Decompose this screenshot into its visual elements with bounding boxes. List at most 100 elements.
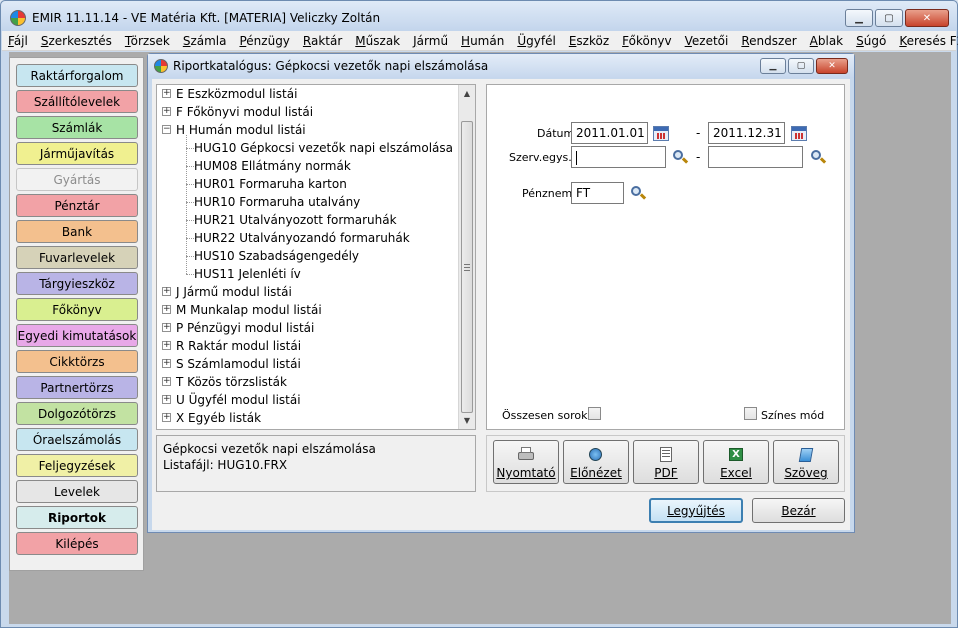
menu-bar: Fájl Szerkesztés Törzsek Számla Pénzügy Raktá…: [2, 31, 958, 51]
menu-törzsek[interactable]: Törzsek: [125, 34, 170, 48]
description-file: Listafájl: HUG10.FRX: [163, 458, 288, 472]
sidebar-item-12[interactable]: Cikktörzs: [16, 350, 138, 373]
tree-label: H Humán modul listái: [176, 123, 306, 137]
menu-keresés-f2[interactable]: Keresés F2: [899, 34, 958, 48]
sidebar-item-8[interactable]: Fuvarlevelek: [16, 246, 138, 269]
sidebar-item-10[interactable]: Főkönyv: [16, 298, 138, 321]
penznem-input[interactable]: FT: [571, 182, 624, 204]
tree-scrollbar[interactable]: ▲ ▼: [458, 85, 475, 429]
sidebar-item-16[interactable]: Feljegyzések: [16, 454, 138, 477]
menu-főkönyv[interactable]: Főkönyv: [622, 34, 672, 48]
tree-label: T Közös törzslisták: [176, 375, 287, 389]
minimize-button[interactable]: ▁: [845, 9, 873, 27]
sidebar-item-18[interactable]: Riportok: [16, 506, 138, 529]
scroll-thumb[interactable]: [461, 121, 473, 413]
tree-label: HUR01 Formaruha karton: [194, 177, 347, 191]
sidebar-item-2[interactable]: Szállítólevelek: [16, 90, 138, 113]
sidebar: Raktárforgalom Szállítólevelek Számlák Járm…: [9, 57, 144, 571]
preview-label: Előnézet: [570, 466, 622, 480]
preview-button[interactable]: Előnézet: [563, 440, 629, 484]
text-file-icon: [797, 447, 815, 463]
menu-szerkesztés[interactable]: Szerkesztés: [41, 34, 112, 48]
child-maximize-button[interactable]: ▢: [788, 58, 814, 74]
collect-button[interactable]: Legyűjtés: [649, 498, 743, 523]
text-button[interactable]: Szöveg: [773, 440, 839, 484]
sidebar-item-1[interactable]: Raktárforgalom: [16, 64, 138, 87]
expand-icon[interactable]: +: [162, 359, 171, 368]
menu-műszak[interactable]: Műszak: [355, 34, 400, 48]
menu-számla[interactable]: Számla: [183, 34, 227, 48]
osszesen-checkbox[interactable]: [588, 407, 601, 420]
menu-jármű[interactable]: Jármű: [413, 34, 448, 48]
pdf-button[interactable]: PDF: [633, 440, 699, 484]
expand-icon[interactable]: +: [162, 323, 171, 332]
menu-ügyfél[interactable]: Ügyfél: [517, 34, 555, 48]
maximize-button[interactable]: ▢: [875, 9, 903, 27]
sidebar-item-13[interactable]: Partnertörzs: [16, 376, 138, 399]
expand-icon[interactable]: +: [162, 89, 171, 98]
calendar-icon[interactable]: [653, 126, 669, 141]
menu-vezetői[interactable]: Vezetői: [685, 34, 729, 48]
expand-icon[interactable]: +: [162, 377, 171, 386]
szines-checkbox[interactable]: [744, 407, 757, 420]
szerv-from-input[interactable]: [571, 146, 666, 168]
sidebar-item-7[interactable]: Bank: [16, 220, 138, 243]
sidebar-item-15[interactable]: Óraelszámolás: [16, 428, 138, 451]
sidebar-item-19[interactable]: Kilépés: [16, 532, 138, 555]
tree-label: J Jármű modul listái: [176, 285, 292, 299]
minimize-icon: ▁: [769, 61, 777, 71]
szerv-to-input[interactable]: [708, 146, 803, 168]
lookup-icon[interactable]: [810, 149, 827, 165]
expand-icon[interactable]: +: [162, 107, 171, 116]
text-cursor: [576, 150, 577, 165]
tree-label: P Pénzügyi modul listái: [176, 321, 315, 335]
tree-label: HUR22 Utalványozandó formaruhák: [194, 231, 410, 245]
menu-eszköz[interactable]: Eszköz: [569, 34, 609, 48]
sidebar-item-9[interactable]: Tárgyieszköz: [16, 272, 138, 295]
excel-button[interactable]: X Excel: [703, 440, 769, 484]
sidebar-item-11[interactable]: Egyedi kimutatások: [16, 324, 138, 347]
menu-raktár[interactable]: Raktár: [303, 34, 342, 48]
menu-humán[interactable]: Humán: [461, 34, 504, 48]
child-close-button[interactable]: ✕: [816, 58, 848, 74]
report-tree[interactable]: + X Egyéb listák + U Ügyfél modul listái + T …: [156, 84, 476, 430]
window-title: EMIR 11.11.14 - VE Matéria Kft. [MATERIA…: [32, 11, 381, 25]
expand-icon[interactable]: +: [162, 305, 171, 314]
child-minimize-button[interactable]: ▁: [760, 58, 786, 74]
menu-fájl[interactable]: Fájl: [8, 34, 28, 48]
datum-to-input[interactable]: 2011.12.31: [708, 122, 785, 144]
menu-rendszer[interactable]: Rendszer: [741, 34, 796, 48]
lookup-icon[interactable]: [630, 185, 647, 201]
expand-icon[interactable]: +: [162, 413, 171, 422]
preview-icon: [587, 447, 605, 463]
tree-label: HUS10 Szabadságengedély: [194, 249, 360, 263]
calendar-icon[interactable]: [791, 126, 807, 141]
tree-label: HUR21 Utalványozott formaruhák: [194, 213, 397, 227]
expand-icon[interactable]: +: [162, 341, 171, 350]
scroll-down-icon[interactable]: ▼: [459, 412, 475, 429]
collapse-icon[interactable]: −: [162, 125, 171, 134]
close-button[interactable]: ✕: [905, 9, 949, 27]
menu-súgó[interactable]: Súgó: [856, 34, 886, 48]
tree-label: HUS11 Jelenléti ív: [194, 267, 301, 281]
lookup-icon[interactable]: [672, 149, 689, 165]
report-catalog-window: Riportkatalógus: Gépkocsi vezetők napi e…: [147, 53, 855, 533]
menu-pénzügy[interactable]: Pénzügy: [239, 34, 289, 48]
sidebar-item-3[interactable]: Számlák: [16, 116, 138, 139]
app-icon: [10, 10, 26, 26]
datum-from-input[interactable]: 2011.01.01: [571, 122, 648, 144]
grip-line: [464, 264, 470, 265]
sidebar-item-17[interactable]: Levelek: [16, 480, 138, 503]
sidebar-item-5: Gyártás: [16, 168, 138, 191]
parameter-panel: Dátum 2011.01.01 - 2011.12.31 Szerv.egys…: [486, 84, 845, 430]
sidebar-item-14[interactable]: Dolgozótörzs: [16, 402, 138, 425]
expand-icon[interactable]: +: [162, 395, 171, 404]
minimize-icon: ▁: [855, 12, 863, 24]
menu-ablak[interactable]: Ablak: [810, 34, 843, 48]
expand-icon[interactable]: +: [162, 287, 171, 296]
sidebar-item-4[interactable]: Járműjavítás: [16, 142, 138, 165]
close-dialog-button[interactable]: Bezár: [752, 498, 845, 523]
scroll-up-icon[interactable]: ▲: [459, 85, 475, 102]
printer-button[interactable]: Nyomtató: [493, 440, 559, 484]
sidebar-item-6[interactable]: Pénztár: [16, 194, 138, 217]
